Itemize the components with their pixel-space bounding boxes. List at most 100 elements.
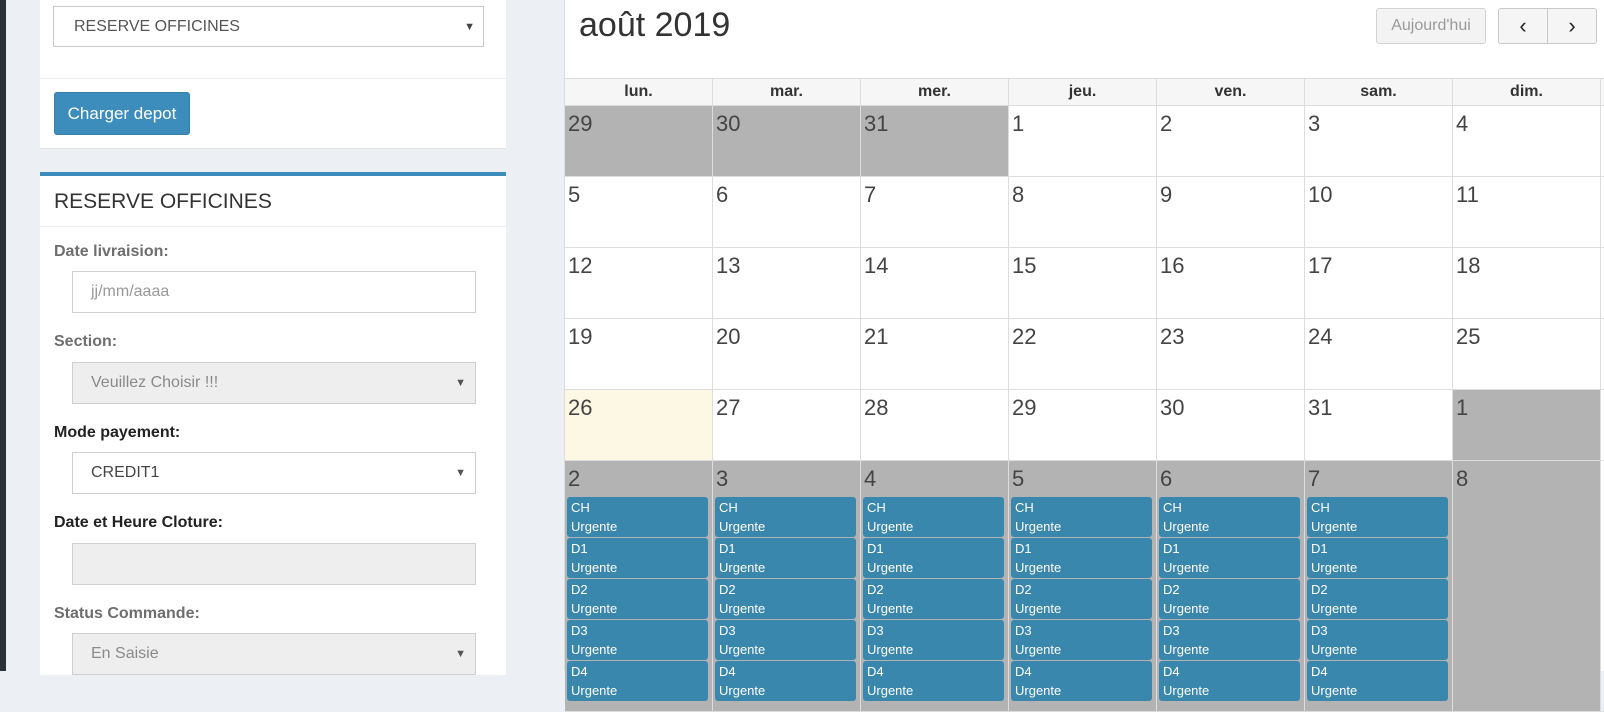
calendar-event[interactable]: D1 Urgente [1011, 538, 1152, 578]
calendar-day[interactable]: 22 [1009, 319, 1157, 389]
calendar-day[interactable]: 20 [713, 319, 861, 389]
calendar-event[interactable]: D4 Urgente [1011, 661, 1152, 701]
payment-mode-select[interactable]: CREDIT1 ▼ [72, 452, 476, 494]
calendar-day[interactable]: 29 [565, 106, 713, 176]
calendar-week: 2 CH Urgente D1 Urgente D2 Urgente D3 Urgente D4 U… [565, 461, 1604, 712]
calendar-day[interactable]: 1 [1453, 390, 1601, 460]
depot-select[interactable]: RESERVE OFFICINES ▼ [53, 6, 484, 47]
calendar-event[interactable]: D2 Urgente [1307, 579, 1448, 619]
order-status-select[interactable]: En Saisie ▼ [72, 633, 476, 675]
calendar-day[interactable]: 24 [1305, 319, 1453, 389]
calendar-event[interactable]: D1 Urgente [1307, 538, 1448, 578]
calendar-day[interactable]: 12 [565, 248, 713, 318]
calendar-day[interactable]: 17 [1305, 248, 1453, 318]
calendar-event[interactable]: D3 Urgente [1307, 620, 1448, 660]
calendar-day[interactable]: 9 [1157, 177, 1305, 247]
calendar-event[interactable]: D3 Urgente [1159, 620, 1300, 660]
calendar-day[interactable]: 28 [861, 390, 1009, 460]
calendar-day[interactable]: 19 [565, 319, 713, 389]
event-priority: Urgente [1163, 519, 1210, 534]
today-button[interactable]: Aujourd'hui [1376, 8, 1486, 44]
calendar-event[interactable]: CH Urgente [1011, 497, 1152, 537]
calendar-day[interactable]: 7 CH Urgente D1 Urgente D2 Urgente D3 Urgente D4 U… [1305, 461, 1453, 711]
calendar-event[interactable]: D4 Urgente [1159, 661, 1300, 701]
calendar-day[interactable]: 10 [1305, 177, 1453, 247]
calendar-day[interactable]: 2 CH Urgente D1 Urgente D2 Urgente D3 Urgente D4 U… [565, 461, 713, 711]
event-priority: Urgente [571, 519, 618, 534]
load-depot-button[interactable]: Charger depot [54, 92, 190, 135]
calendar-event[interactable]: CH Urgente [715, 497, 856, 537]
next-month-button[interactable]: › [1547, 8, 1597, 44]
calendar-event[interactable]: CH Urgente [1307, 497, 1448, 537]
calendar-event[interactable]: D1 Urgente [863, 538, 1004, 578]
section-select-value: Veuillez Choisir !!! [91, 374, 219, 391]
calendar-event[interactable]: CH Urgente [1159, 497, 1300, 537]
calendar-event[interactable]: D4 Urgente [863, 661, 1004, 701]
calendar-event[interactable]: D3 Urgente [863, 620, 1004, 660]
event-code: D1 [867, 541, 884, 556]
calendar-event[interactable]: D2 Urgente [715, 579, 856, 619]
calendar-event[interactable]: D1 Urgente [1159, 538, 1300, 578]
calendar-day[interactable]: 5 [565, 177, 713, 247]
closing-datetime-input[interactable] [72, 543, 476, 585]
calendar-event[interactable]: D2 Urgente [863, 579, 1004, 619]
calendar-event[interactable]: D3 Urgente [1011, 620, 1152, 660]
calendar-day[interactable]: 25 [1453, 319, 1601, 389]
calendar-day[interactable]: 31 [1305, 390, 1453, 460]
calendar-day[interactable]: 21 [861, 319, 1009, 389]
calendar-day[interactable]: 30 [1157, 390, 1305, 460]
calendar-day[interactable]: 15 [1009, 248, 1157, 318]
calendar-day[interactable]: 4 [1453, 106, 1601, 176]
calendar-week: 12 13 14 15 16 17 18 [565, 248, 1604, 319]
calendar-day[interactable]: 6 [713, 177, 861, 247]
calendar-day[interactable]: 27 [713, 390, 861, 460]
calendar-event[interactable]: D1 Urgente [715, 538, 856, 578]
calendar-day[interactable]: 8 [1009, 177, 1157, 247]
calendar-event[interactable]: D3 Urgente [567, 620, 708, 660]
calendar-event[interactable]: D2 Urgente [567, 579, 708, 619]
calendar-event[interactable]: D1 Urgente [567, 538, 708, 578]
calendar-day[interactable]: 5 CH Urgente D1 Urgente D2 Urgente D3 Urgente D4 U… [1009, 461, 1157, 711]
calendar-title: août 2019 [579, 6, 731, 44]
calendar-event[interactable]: D4 Urgente [715, 661, 856, 701]
calendar-day[interactable]: 7 [861, 177, 1009, 247]
calendar-day[interactable]: 1 [1009, 106, 1157, 176]
event-list: CH Urgente D1 Urgente D2 Urgente D3 Urgente D4 Ur… [715, 497, 856, 702]
calendar-day[interactable]: 3 [1305, 106, 1453, 176]
delivery-date-input[interactable]: jj/mm/aaaa [72, 271, 476, 313]
calendar-event[interactable]: D3 Urgente [715, 620, 856, 660]
event-priority: Urgente [719, 601, 766, 616]
event-list: CH Urgente D1 Urgente D2 Urgente D3 Urgente D4 Ur… [863, 497, 1004, 702]
calendar-day[interactable]: 8 [1453, 461, 1601, 711]
calendar-day[interactable]: 31 [861, 106, 1009, 176]
calendar-day[interactable]: 16 [1157, 248, 1305, 318]
calendar-event[interactable]: D4 Urgente [1307, 661, 1448, 701]
calendar-day[interactable]: 18 [1453, 248, 1601, 318]
calendar-event[interactable]: CH Urgente [863, 497, 1004, 537]
calendar-day[interactable]: 30 [713, 106, 861, 176]
calendar-day[interactable]: 6 CH Urgente D1 Urgente D2 Urgente D3 Urgente D4 U… [1157, 461, 1305, 711]
day-number: 19 [568, 324, 593, 349]
section-select[interactable]: Veuillez Choisir !!! ▼ [72, 362, 476, 404]
calendar-day[interactable]: 13 [713, 248, 861, 318]
event-code: D1 [719, 541, 736, 556]
calendar-day[interactable]: 11 [1453, 177, 1601, 247]
day-number: 4 [864, 466, 877, 491]
calendar-day[interactable]: 4 CH Urgente D1 Urgente D2 Urgente D3 Urgente D4 U… [861, 461, 1009, 711]
calendar-day[interactable]: 3 CH Urgente D1 Urgente D2 Urgente D3 Urgente D4 U… [713, 461, 861, 711]
calendar-event[interactable]: D4 Urgente [567, 661, 708, 701]
event-priority: Urgente [571, 642, 618, 657]
calendar-event[interactable]: D2 Urgente [1159, 579, 1300, 619]
calendar-day[interactable]: 2 [1157, 106, 1305, 176]
day-number: 3 [1308, 111, 1321, 136]
calendar-day[interactable]: 14 [861, 248, 1009, 318]
calendar-day-today[interactable]: 26 [565, 390, 713, 460]
day-number: 26 [568, 395, 593, 420]
calendar-day[interactable]: 29 [1009, 390, 1157, 460]
calendar-day[interactable]: 23 [1157, 319, 1305, 389]
day-number: 11 [1456, 182, 1479, 207]
calendar-event[interactable]: D2 Urgente [1011, 579, 1152, 619]
prev-month-button[interactable]: ‹ [1498, 8, 1548, 44]
calendar-event[interactable]: CH Urgente [567, 497, 708, 537]
event-code: D2 [867, 582, 884, 597]
